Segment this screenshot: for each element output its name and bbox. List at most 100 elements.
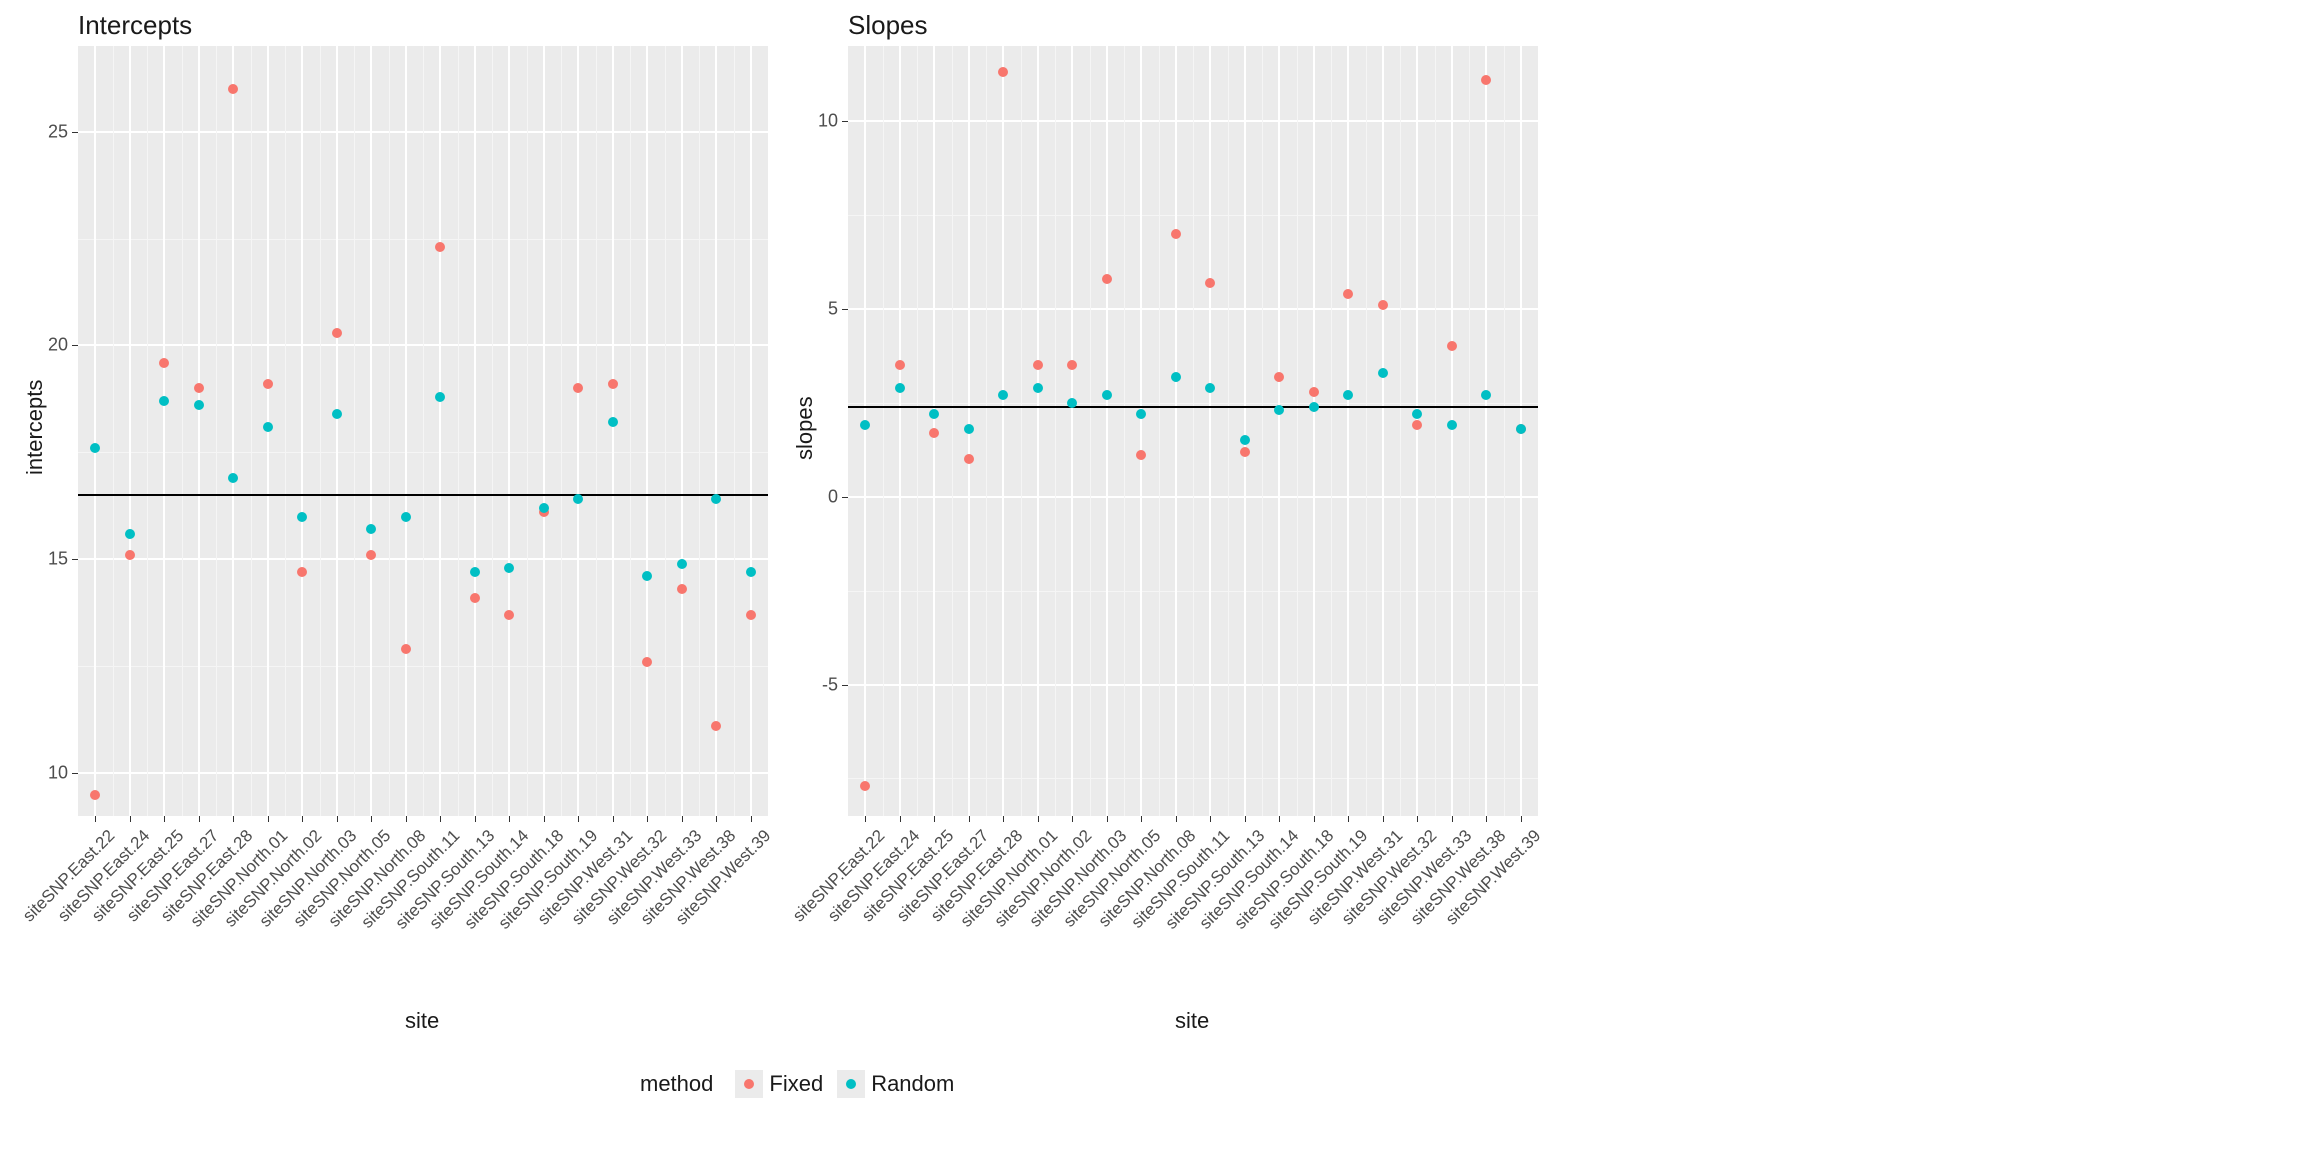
ytick-mark [842,685,848,686]
gridline-major [1175,46,1177,816]
gridline-minor [665,46,666,816]
data-point [677,584,687,594]
gridline-minor [1366,46,1367,816]
data-point [746,610,756,620]
gridline-major [405,46,407,816]
data-point [1343,289,1353,299]
xtick-mark [1279,816,1280,822]
plot-area-intercepts [78,46,768,816]
data-point [332,328,342,338]
data-point [366,524,376,534]
gridline-minor [492,46,493,816]
gridline-minor [251,46,252,816]
data-point [470,567,480,577]
data-point [539,503,549,513]
data-point [964,454,974,464]
legend-label-random: Random [871,1071,954,1097]
data-point [332,409,342,419]
xtick-mark [751,816,752,822]
data-point [90,443,100,453]
ytick-label: 20 [34,335,68,356]
gridline-minor [986,46,987,816]
data-point [1412,420,1422,430]
gridline-major [370,46,372,816]
xtick-mark [1003,816,1004,822]
gridline-minor [285,46,286,816]
data-point [435,242,445,252]
xtick-mark [268,816,269,822]
reference-hline [78,494,768,496]
ylabel-slopes: slopes [792,396,818,460]
ytick-mark [72,773,78,774]
legend-key-fixed: Fixed [735,1070,823,1098]
xtick-mark [1383,816,1384,822]
data-point [573,494,583,504]
gridline-major [474,46,476,816]
gridline-minor [596,46,597,816]
xtick-mark [1452,816,1453,822]
data-point [1309,402,1319,412]
xtick-mark [164,816,165,822]
data-point [1240,447,1250,457]
gridline-minor [320,46,321,816]
data-point [194,383,204,393]
gridline-minor [952,46,953,816]
gridline-minor [1055,46,1056,816]
data-point [711,721,721,731]
data-point [194,400,204,410]
data-point [263,422,273,432]
xtick-mark [578,816,579,822]
data-point [1067,398,1077,408]
gridline-minor [1228,46,1229,816]
gridline-major [508,46,510,816]
xtick-mark [509,816,510,822]
gridline-major [646,46,648,816]
xtick-mark [1521,816,1522,822]
data-point [1274,372,1284,382]
ytick-label: 10 [804,111,838,132]
gridline-major [1278,46,1280,816]
legend-dot-fixed [744,1079,754,1089]
data-point [711,494,721,504]
xtick-mark [1486,816,1487,822]
data-point [159,396,169,406]
ytick-label: 5 [804,298,838,319]
gridline-minor [1400,46,1401,816]
gridline-major [1313,46,1315,816]
data-point [964,424,974,434]
gridline-minor [1262,46,1263,816]
xtick-mark [1038,816,1039,822]
data-point [1447,420,1457,430]
data-point [366,550,376,560]
ylabel-intercepts: intercepts [22,380,48,475]
xtick-mark [865,816,866,822]
ytick-label: 25 [34,121,68,142]
gridline-major [899,46,901,816]
gridline-major [612,46,614,816]
data-point [1309,387,1319,397]
data-point [642,571,652,581]
ytick-mark [72,559,78,560]
xtick-mark [1417,816,1418,822]
data-point [125,550,135,560]
gridline-minor [917,46,918,816]
legend-dot-random [846,1079,856,1089]
data-point [1378,368,1388,378]
data-point [642,657,652,667]
xlabel-slopes: site [1175,1008,1209,1034]
gridline-minor [1435,46,1436,816]
gridline-major [198,46,200,816]
xtick-mark [1245,816,1246,822]
xtick-mark [337,816,338,822]
legend-title: method [640,1071,713,1097]
gridline-major [715,46,717,816]
legend-key-random: Random [837,1070,954,1098]
xtick-mark [302,816,303,822]
data-point [297,567,307,577]
xtick-mark [682,816,683,822]
gridline-minor [699,46,700,816]
figure: Intercepts intercepts site Slopes slopes… [0,0,2304,1152]
data-point [895,360,905,370]
gridline-major [1382,46,1384,816]
legend-swatch [735,1070,763,1098]
